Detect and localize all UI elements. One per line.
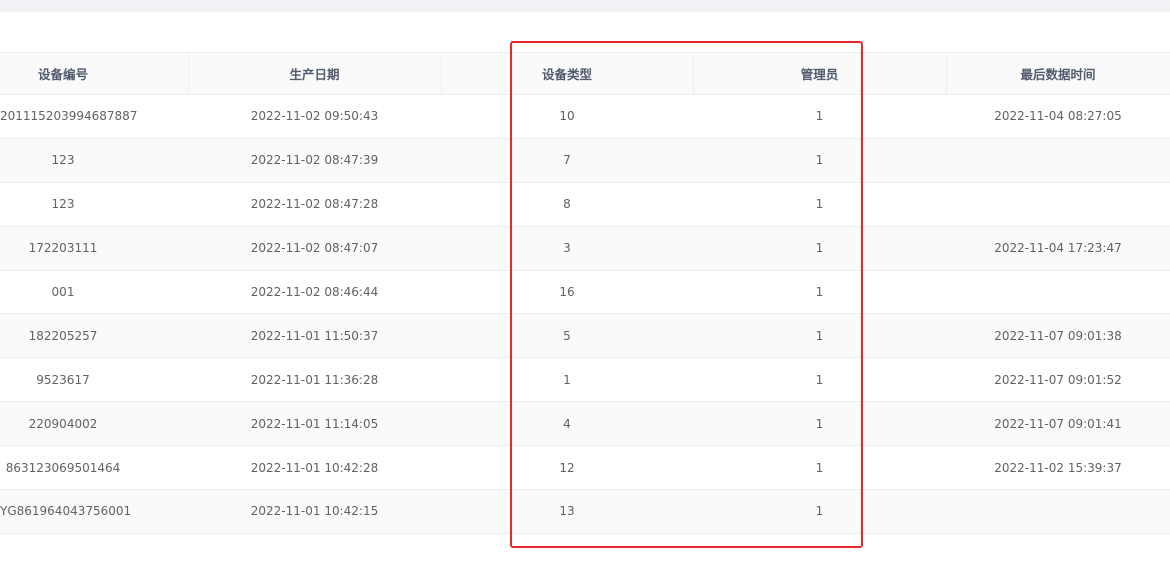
- cell-device-no: 220904002: [28, 416, 98, 431]
- cell-admin: 1: [815, 460, 824, 475]
- cell-production-date: 2022-11-01 11:14:05: [250, 416, 379, 431]
- cell-admin: 1: [815, 197, 824, 212]
- column-header-admin[interactable]: 管理员: [693, 53, 946, 94]
- cell-production-date: 2022-11-01 10:42:28: [250, 460, 379, 475]
- column-header-device-no[interactable]: 设备编号: [0, 53, 188, 94]
- cell-admin: 1: [815, 416, 824, 431]
- cell-admin: 1: [815, 109, 824, 124]
- cell-device-no: 9523617: [36, 372, 90, 387]
- cell-device-no: 123: [51, 153, 75, 168]
- cell-device-no: 863123069501464: [5, 460, 121, 475]
- cell-last-data-time: 2022-11-07 09:01:52: [994, 372, 1122, 387]
- device-table: 设备编号 生产日期 设备类型 管理员 最后数据时间 20111520399468…: [0, 52, 1170, 534]
- cell-production-date: 2022-11-02 08:47:07: [250, 241, 379, 256]
- cell-production-date: 2022-11-02 08:46:44: [250, 285, 379, 299]
- cell-last-data-time: [946, 490, 1170, 533]
- table-row[interactable]: 201115203994687887 2022-11-02 09:50:43 10 1…: [0, 95, 1170, 139]
- cell-admin: 1: [815, 241, 824, 256]
- column-header-production-date[interactable]: 生产日期: [188, 53, 441, 94]
- table-row[interactable]: 123 2022-11-02 08:47:39 7 1: [0, 138, 1170, 183]
- table-row[interactable]: 863123069501464 2022-11-01 10:42:28 12 1 202…: [0, 446, 1170, 491]
- cell-production-date: 2022-11-01 11:50:37: [250, 328, 379, 343]
- cell-device-no: 123: [51, 197, 75, 212]
- table-row[interactable]: 172203111 2022-11-02 08:47:07 3 1 2022-11-04…: [0, 226, 1170, 271]
- table-body: 201115203994687887 2022-11-02 09:50:43 10 1…: [0, 95, 1170, 534]
- table-row[interactable]: 220904002 2022-11-01 11:14:05 4 1 2022-11-07…: [0, 402, 1170, 447]
- table-row[interactable]: 9523617 2022-11-01 11:36:28 1 1 2022-11-07 0…: [0, 358, 1170, 403]
- cell-device-type: 5: [563, 328, 571, 343]
- cell-last-data-time: [946, 183, 1170, 226]
- cell-device-type: 16: [559, 285, 575, 299]
- cell-production-date: 2022-11-01 11:36:28: [250, 372, 379, 387]
- cell-production-date: 2022-11-02 08:47:28: [250, 197, 379, 212]
- cell-last-data-time: 2022-11-07 09:01:38: [994, 328, 1122, 343]
- table-row[interactable]: 123 2022-11-02 08:47:28 8 1: [0, 183, 1170, 227]
- cell-device-type: 8: [563, 197, 571, 212]
- cell-last-data-time: [946, 139, 1170, 182]
- cell-device-type: 13: [559, 504, 575, 519]
- cell-device-type: 1: [563, 372, 571, 387]
- column-divider: [693, 53, 694, 94]
- cell-admin: 1: [815, 285, 824, 299]
- table-row[interactable]: 001 2022-11-02 08:46:44 16 1: [0, 271, 1170, 315]
- table-row[interactable]: 182205257 2022-11-01 11:50:37 5 1 2022-11-07…: [0, 314, 1170, 359]
- cell-production-date: 2022-11-02 09:50:43: [250, 109, 379, 124]
- table-row[interactable]: YG861964043756001 2022-11-01 10:42:15 13 1: [0, 490, 1170, 534]
- top-toolbar-strip: [0, 0, 1170, 12]
- cell-device-no: 172203111: [28, 241, 98, 256]
- cell-last-data-time: 2022-11-04 17:23:47: [994, 241, 1122, 256]
- table-header-row: 设备编号 生产日期 设备类型 管理员 最后数据时间: [0, 52, 1170, 95]
- cell-last-data-time: [946, 271, 1170, 314]
- cell-admin: 1: [815, 328, 824, 343]
- column-divider: [441, 53, 442, 94]
- cell-device-type: 4: [563, 416, 571, 431]
- cell-device-type: 10: [559, 109, 575, 124]
- cell-device-type: 7: [563, 153, 571, 168]
- cell-device-no: 182205257: [28, 328, 98, 343]
- cell-admin: 1: [815, 504, 824, 519]
- cell-last-data-time: 2022-11-04 08:27:05: [994, 109, 1122, 124]
- cell-device-no: 201115203994687887: [0, 109, 138, 124]
- column-divider: [188, 53, 189, 94]
- cell-admin: 1: [815, 153, 824, 168]
- cell-last-data-time: 2022-11-07 09:01:41: [994, 416, 1122, 431]
- cell-last-data-time: 2022-11-02 15:39:37: [994, 460, 1122, 475]
- column-header-device-type[interactable]: 设备类型: [441, 53, 693, 94]
- cell-device-no: 001: [51, 285, 75, 299]
- column-divider: [946, 53, 947, 94]
- cell-device-type: 3: [563, 241, 571, 256]
- cell-device-no: YG861964043756001: [0, 504, 132, 519]
- cell-production-date: 2022-11-02 08:47:39: [250, 153, 379, 168]
- cell-device-type: 12: [559, 460, 575, 475]
- cell-production-date: 2022-11-01 10:42:15: [250, 504, 379, 519]
- column-header-last-data-time[interactable]: 最后数据时间: [946, 53, 1170, 94]
- cell-admin: 1: [815, 372, 824, 387]
